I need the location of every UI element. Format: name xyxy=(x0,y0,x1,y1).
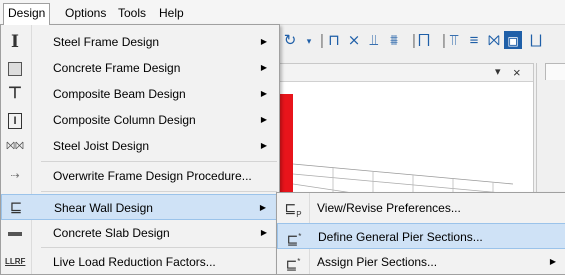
composite-column-icon: I xyxy=(5,111,25,130)
submenu-arrow-icon: ▶ xyxy=(260,141,267,150)
menu-item-label: Overwrite Frame Design Procedure... xyxy=(53,169,252,183)
preferences-icon: ⊑P xyxy=(284,200,302,219)
menu-item-composite-beam-design[interactable]: ⊤ Composite Beam Design ▶ xyxy=(1,81,279,107)
menu-item-label: Composite Beam Design xyxy=(53,87,186,101)
menu-item-live-load-reduction-factors[interactable]: LLRF Live Load Reduction Factors... xyxy=(1,249,279,275)
menu-separator xyxy=(41,247,277,248)
menu-item-concrete-slab-design[interactable]: Concrete Slab Design ▶ xyxy=(1,220,279,246)
column-grid-icon[interactable]: ⩩ xyxy=(384,31,404,51)
menu-item-steel-frame-design[interactable]: I Steel Frame Design ▶ xyxy=(1,29,279,55)
menu-item-label: Live Load Reduction Factors... xyxy=(53,255,216,269)
menu-help[interactable]: Help xyxy=(155,4,188,22)
menu-separator xyxy=(41,161,277,162)
menu-item-label: Steel Joist Design xyxy=(53,139,150,153)
submenu-arrow-icon: ▶ xyxy=(259,203,266,212)
wall-icon[interactable]: ⨆ xyxy=(526,31,546,51)
slab-icon[interactable]: ≡ xyxy=(464,31,484,51)
menu-item-label: Shear Wall Design xyxy=(54,201,153,215)
link-icon[interactable]: ⨅ xyxy=(414,31,434,51)
define-pier-icon: ⊑* xyxy=(286,231,302,248)
submenu-arrow-icon: ▶ xyxy=(260,115,267,124)
menu-item-define-general-pier-sections[interactable]: ⊑* Define General Pier Sections... xyxy=(277,223,565,249)
i-beam-icon: I xyxy=(11,32,19,52)
frame-icon[interactable]: ⊓ xyxy=(324,31,344,51)
submenu-arrow-icon: ▶ xyxy=(260,37,267,46)
overwrite-procedure-icon: ⇢ xyxy=(10,170,20,182)
menu-item-steel-joist-design[interactable]: ⨝⨝ Steel Joist Design ▶ xyxy=(1,133,279,159)
design-menu: I Steel Frame Design ▶ Concrete Frame De… xyxy=(0,24,280,275)
menu-separator xyxy=(41,191,277,192)
menu-item-label: View/Revise Preferences... xyxy=(317,201,461,215)
llrf-icon: LLRF xyxy=(5,257,26,266)
concrete-slab-icon xyxy=(5,224,25,242)
beam-grid-icon[interactable]: ⫫ xyxy=(364,31,384,51)
truss-icon[interactable]: ⨝ xyxy=(484,31,504,51)
menu-item-shear-wall-design[interactable]: ⊑ Shear Wall Design ▶ xyxy=(1,194,279,220)
steel-joist-icon: ⨝⨝ xyxy=(6,140,24,152)
menu-item-concrete-frame-design[interactable]: Concrete Frame Design ▶ xyxy=(1,55,279,81)
assign-pier-icon: ⊑* xyxy=(285,256,301,273)
submenu-arrow-icon: ▶ xyxy=(260,63,267,72)
selected-tool-icon[interactable]: ▣ xyxy=(504,31,522,49)
shear-wall-submenu: ⊑P View/Revise Preferences... ⊑* Define … xyxy=(276,192,565,275)
menu-item-composite-column-design[interactable]: I Composite Column Design ▶ xyxy=(1,107,279,133)
menu-item-label: Steel Frame Design xyxy=(53,35,160,49)
menu-options[interactable]: Options xyxy=(61,4,110,22)
menu-item-label: Concrete Slab Design xyxy=(53,226,170,240)
concrete-frame-icon xyxy=(5,59,25,77)
menu-item-assign-pier-sections[interactable]: ⊑* Assign Pier Sections... ▶ xyxy=(277,249,565,275)
brace-icon[interactable]: ⨯ xyxy=(344,31,364,51)
menu-bar: Design Options Tools Help xyxy=(0,0,565,25)
menu-item-label: Assign Pier Sections... xyxy=(317,255,438,269)
shear-wall-icon: ⊑ xyxy=(9,199,23,216)
support-icon[interactable]: ⫪ xyxy=(444,31,464,51)
menu-item-label: Composite Column Design xyxy=(53,113,196,127)
menu-item-view-revise-preferences[interactable]: ⊑P View/Revise Preferences... xyxy=(277,195,565,221)
submenu-arrow-icon: ▶ xyxy=(260,228,267,237)
menu-tools[interactable]: Tools xyxy=(114,4,150,22)
menu-item-label: Define General Pier Sections... xyxy=(318,230,483,244)
menu-item-overwrite-frame-design-procedure[interactable]: ⇢ Overwrite Frame Design Procedure... xyxy=(1,163,279,189)
composite-beam-icon: ⊤ xyxy=(8,85,22,102)
menu-design[interactable]: Design xyxy=(3,3,51,25)
submenu-arrow-icon: ▶ xyxy=(549,257,556,266)
menu-item-label: Concrete Frame Design xyxy=(53,61,181,75)
submenu-arrow-icon: ▶ xyxy=(260,89,267,98)
rotate-view-icon[interactable]: ↻ xyxy=(280,31,300,51)
side-panel-tab[interactable] xyxy=(545,63,565,80)
